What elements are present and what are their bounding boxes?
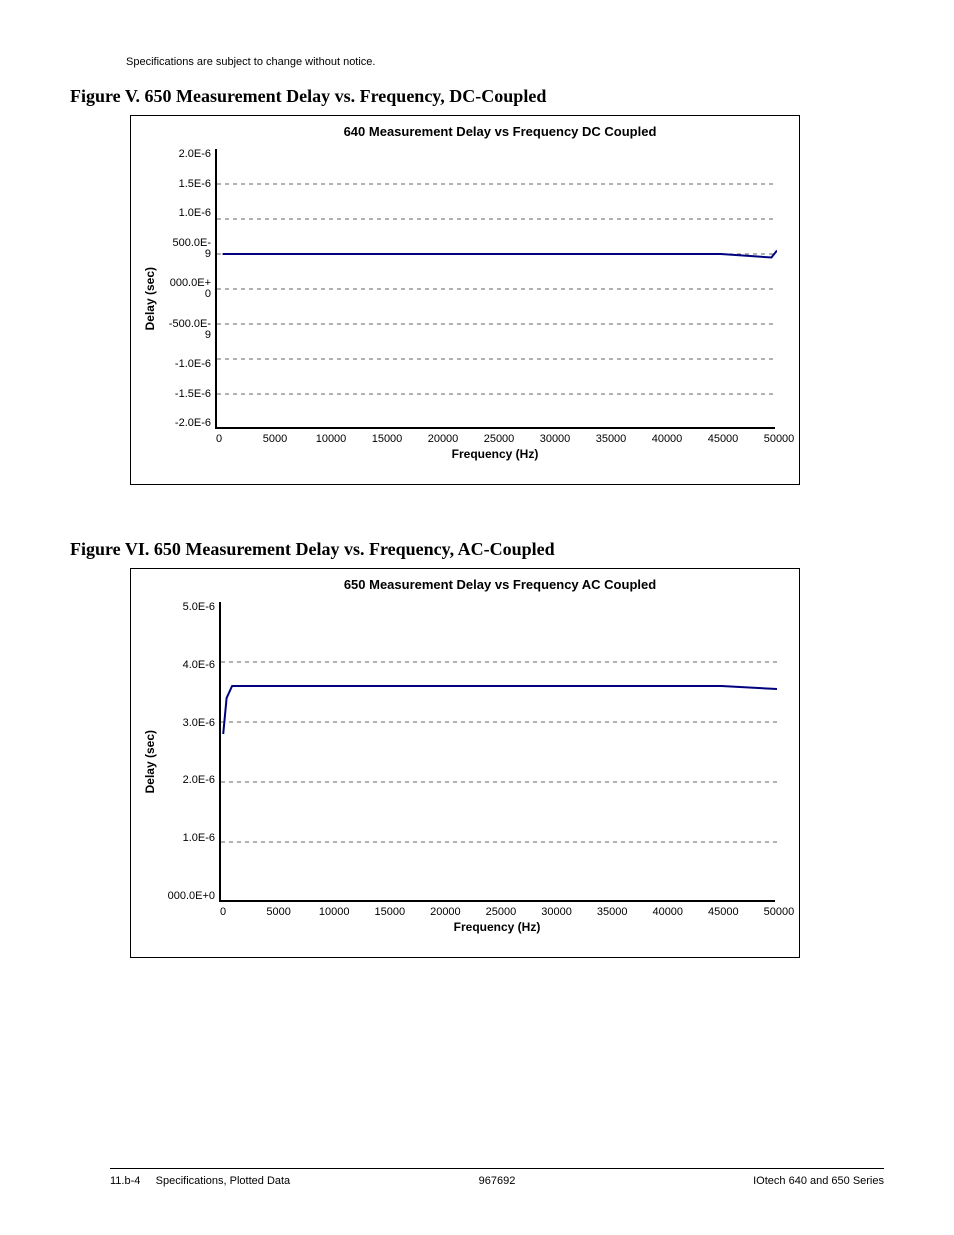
- x-tick-label: 0: [199, 433, 239, 445]
- x-tick-label: 50000: [759, 433, 799, 445]
- footer-rule: [110, 1168, 884, 1169]
- x-tick-label: 50000: [759, 906, 799, 918]
- y-tick-label: 1.0E-6: [159, 833, 215, 844]
- y-axis-label: Delay (sec): [143, 267, 157, 330]
- y-axis-ticks: 2.0E-6 1.5E-6 1.0E-6 500.0E- 9 000.0E+ 0 -500…: [159, 149, 211, 429]
- chart-svg: [221, 602, 777, 902]
- page-footer: 11.b-4 Specifications, Plotted Data 9676…: [110, 1175, 884, 1187]
- x-tick-label: 25000: [479, 433, 519, 445]
- figure-v-chart: 640 Measurement Delay vs Frequency DC Co…: [130, 115, 800, 485]
- chart-svg: [217, 149, 777, 429]
- data-series-line: [223, 686, 777, 734]
- footer-center: 967692: [110, 1175, 884, 1187]
- y-tick-label: 2.0E-6: [159, 775, 215, 786]
- x-tick-label: 25000: [481, 906, 521, 918]
- figure-v-caption: Figure V. 650 Measurement Delay vs. Freq…: [70, 86, 884, 107]
- chart-title: 650 Measurement Delay vs Frequency AC Co…: [213, 577, 787, 592]
- x-tick-label: 5000: [255, 433, 295, 445]
- x-tick-label: 30000: [537, 906, 577, 918]
- y-tick-label: -1.5E-6: [159, 389, 211, 400]
- y-tick-label: 000.0E+0: [159, 891, 215, 902]
- x-tick-label: 10000: [311, 433, 351, 445]
- x-tick-label: 45000: [703, 906, 743, 918]
- x-tick-label: 0: [203, 906, 243, 918]
- y-axis-ticks: 5.0E-6 4.0E-6 3.0E-6 2.0E-6 1.0E-6 000.0E+0: [159, 602, 215, 902]
- y-tick-label: 000.0E+ 0: [159, 278, 211, 300]
- y-tick-label: 500.0E- 9: [159, 238, 211, 260]
- x-axis-label: Frequency (Hz): [219, 920, 775, 934]
- x-tick-label: 5000: [259, 906, 299, 918]
- y-tick-label: 5.0E-6: [159, 602, 215, 613]
- x-tick-label: 35000: [592, 906, 632, 918]
- x-tick-label: 20000: [423, 433, 463, 445]
- x-tick-label: 15000: [370, 906, 410, 918]
- y-tick-label: -2.0E-6: [159, 418, 211, 429]
- plot-area: [219, 602, 775, 902]
- x-axis-label: Frequency (Hz): [215, 447, 775, 461]
- y-tick-label: -1.0E-6: [159, 359, 211, 370]
- figure-vi-chart: 650 Measurement Delay vs Frequency AC Co…: [130, 568, 800, 958]
- y-axis-label: Delay (sec): [143, 730, 157, 793]
- plot-area: [215, 149, 775, 429]
- x-tick-label: 15000: [367, 433, 407, 445]
- y-tick-label: -500.0E- 9: [159, 319, 211, 341]
- y-tick-label: 1.5E-6: [159, 179, 211, 190]
- x-tick-label: 35000: [591, 433, 631, 445]
- chart-title: 640 Measurement Delay vs Frequency DC Co…: [213, 124, 787, 139]
- figure-vi-caption: Figure VI. 650 Measurement Delay vs. Fre…: [70, 539, 884, 560]
- y-tick-label: 3.0E-6: [159, 718, 215, 729]
- y-tick-label: 4.0E-6: [159, 660, 215, 671]
- x-tick-label: 10000: [314, 906, 354, 918]
- y-tick-label: 2.0E-6: [159, 149, 211, 160]
- x-tick-label: 40000: [647, 433, 687, 445]
- disclaimer-text: Specifications are subject to change wit…: [126, 56, 884, 68]
- x-tick-label: 20000: [425, 906, 465, 918]
- x-tick-label: 40000: [648, 906, 688, 918]
- page: Specifications are subject to change wit…: [0, 0, 954, 1235]
- x-tick-label: 30000: [535, 433, 575, 445]
- y-tick-label: 1.0E-6: [159, 208, 211, 219]
- data-series-line: [223, 251, 777, 258]
- x-tick-label: 45000: [703, 433, 743, 445]
